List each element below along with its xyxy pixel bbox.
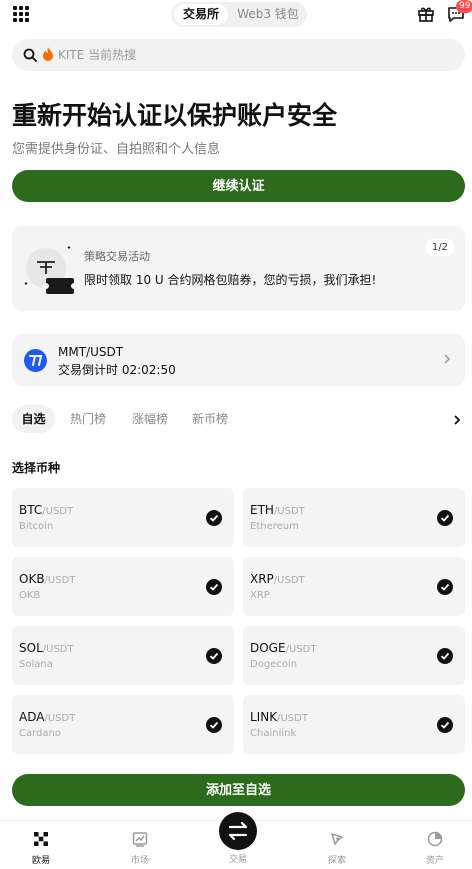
- tab-favorites[interactable]: 自选: [12, 405, 55, 433]
- nav-label: 交易: [228, 855, 247, 865]
- select-coins-title: 选择币种: [12, 461, 61, 475]
- coin-symbol: XRP: [250, 572, 274, 586]
- nav-label: 资产: [425, 856, 444, 866]
- exchange-wallet-switch: 交易所 Web3 钱包: [171, 2, 307, 27]
- fire-icon: [43, 47, 53, 61]
- market-tabs: 自选 热门榜 涨幅榜 新币榜: [12, 405, 465, 435]
- okx-logo-icon: [34, 832, 48, 846]
- coin-name: Bitcoin: [19, 521, 54, 532]
- continue-verify-button[interactable]: 继续认证: [12, 170, 465, 202]
- compass-icon: [331, 833, 343, 845]
- coin-symbol: LINK: [250, 710, 278, 724]
- search-placeholder: KITE 当前热搜: [58, 48, 137, 62]
- tab-web3-wallet[interactable]: Web3 钱包: [233, 4, 303, 25]
- tab-gainers[interactable]: 涨幅榜: [131, 405, 169, 433]
- coin-quote: /USDT: [285, 644, 317, 655]
- nav-trade[interactable]: [219, 812, 257, 850]
- coin-name: Dogecoin: [250, 659, 298, 670]
- coin-symbol: ADA: [19, 710, 45, 724]
- nav-home[interactable]: 欧易: [11, 821, 71, 869]
- coin-symbol: ETH: [250, 503, 274, 517]
- tab-hot[interactable]: 热门榜: [70, 405, 106, 433]
- coin-card-eth[interactable]: ETH/USDT Ethereum: [243, 488, 465, 547]
- promo-banner[interactable]: 策略交易活动 限时领取 10 U 合约网格包赔券，您的亏损，我们承担! 1/2: [12, 226, 465, 311]
- search-icon: [23, 48, 37, 62]
- coin-card-doge[interactable]: DOGE/USDT Dogecoin: [243, 626, 465, 685]
- nav-assets[interactable]: 资产: [405, 821, 465, 869]
- page-title: 重新开始认证以保护账户安全: [12, 101, 338, 130]
- gift-icon[interactable]: [417, 5, 435, 23]
- coin-name: Cardano: [19, 728, 61, 739]
- listing-countdown-card[interactable]: MMT/USDT 交易倒计时 02:02:50: [12, 334, 465, 386]
- top-bar: 交易所 Web3 钱包 99: [0, 0, 472, 30]
- verify-subtitle: 您需提供身份证、自拍照和个人信息: [12, 142, 221, 157]
- coin-symbol: BTC: [19, 503, 43, 517]
- add-to-favorites-button[interactable]: 添加至自选: [12, 774, 465, 806]
- coin-symbol: OKB: [19, 572, 45, 586]
- tab-exchange[interactable]: 交易所: [174, 4, 228, 25]
- nav-label: 市场: [130, 856, 149, 866]
- search-bar[interactable]: KITE 当前热搜: [12, 39, 465, 71]
- countdown-timer: 交易倒计时 02:02:50: [58, 363, 176, 377]
- nav-label: 探索: [327, 856, 346, 866]
- nav-explore[interactable]: 探索: [307, 821, 367, 869]
- coin-quote: /USDT: [277, 713, 308, 724]
- coin-card-okb[interactable]: OKB/USDT OKB: [12, 557, 234, 616]
- coin-symbol: SOL: [19, 641, 43, 655]
- coin-name: Solana: [19, 659, 53, 670]
- coin-quote: /USDT: [273, 575, 305, 586]
- coin-card-xrp[interactable]: XRP/USDT XRP: [243, 557, 465, 616]
- promo-description: 限时领取 10 U 合约网格包赔券，您的亏损，我们承担!: [84, 273, 377, 287]
- check-icon[interactable]: [437, 510, 453, 526]
- check-icon[interactable]: [206, 510, 222, 526]
- message-badge: 99: [456, 0, 472, 13]
- countdown-pair: MMT/USDT: [58, 345, 124, 359]
- check-icon[interactable]: [437, 648, 453, 664]
- coin-name: Ethereum: [250, 521, 299, 532]
- coin-card-sol[interactable]: SOL/USDT Solana: [12, 626, 234, 685]
- chevron-right-icon: [444, 354, 451, 364]
- promo-pager: 1/2: [424, 239, 455, 256]
- promo-title: 策略交易活动: [84, 250, 150, 263]
- coupon-illustration-icon: [24, 246, 77, 294]
- coin-name: XRP: [250, 590, 270, 601]
- menu-grid-icon[interactable]: [13, 6, 29, 22]
- nav-market[interactable]: 市场: [110, 821, 170, 869]
- coin-card-ada[interactable]: ADA/USDT Cardano: [12, 695, 234, 754]
- coin-quote: /USDT: [44, 575, 76, 586]
- chart-icon: [132, 832, 148, 847]
- coin-name: OKB: [19, 590, 41, 601]
- coin-card-link[interactable]: LINK/USDT Chainlink: [243, 695, 465, 754]
- coin-quote: /USDT: [42, 644, 74, 655]
- check-icon[interactable]: [206, 579, 222, 595]
- coin-symbol: DOGE: [250, 641, 286, 655]
- coin-card-btc[interactable]: BTC/USDT Bitcoin: [12, 488, 234, 547]
- pie-chart-icon: [427, 831, 443, 847]
- check-icon[interactable]: [206, 648, 222, 664]
- chevron-right-icon[interactable]: [453, 414, 461, 426]
- coin-quote: /USDT: [273, 506, 305, 517]
- check-icon[interactable]: [437, 579, 453, 595]
- nav-label: 欧易: [31, 856, 50, 866]
- check-icon[interactable]: [206, 717, 222, 733]
- tab-new-listings[interactable]: 新币榜: [192, 405, 228, 433]
- coin-quote: /USDT: [42, 506, 74, 517]
- swap-icon: [228, 821, 248, 841]
- check-icon[interactable]: [437, 717, 453, 733]
- coin-name: Chainlink: [250, 728, 297, 739]
- coin-quote: /USDT: [44, 713, 76, 724]
- mmt-coin-icon: [24, 349, 47, 372]
